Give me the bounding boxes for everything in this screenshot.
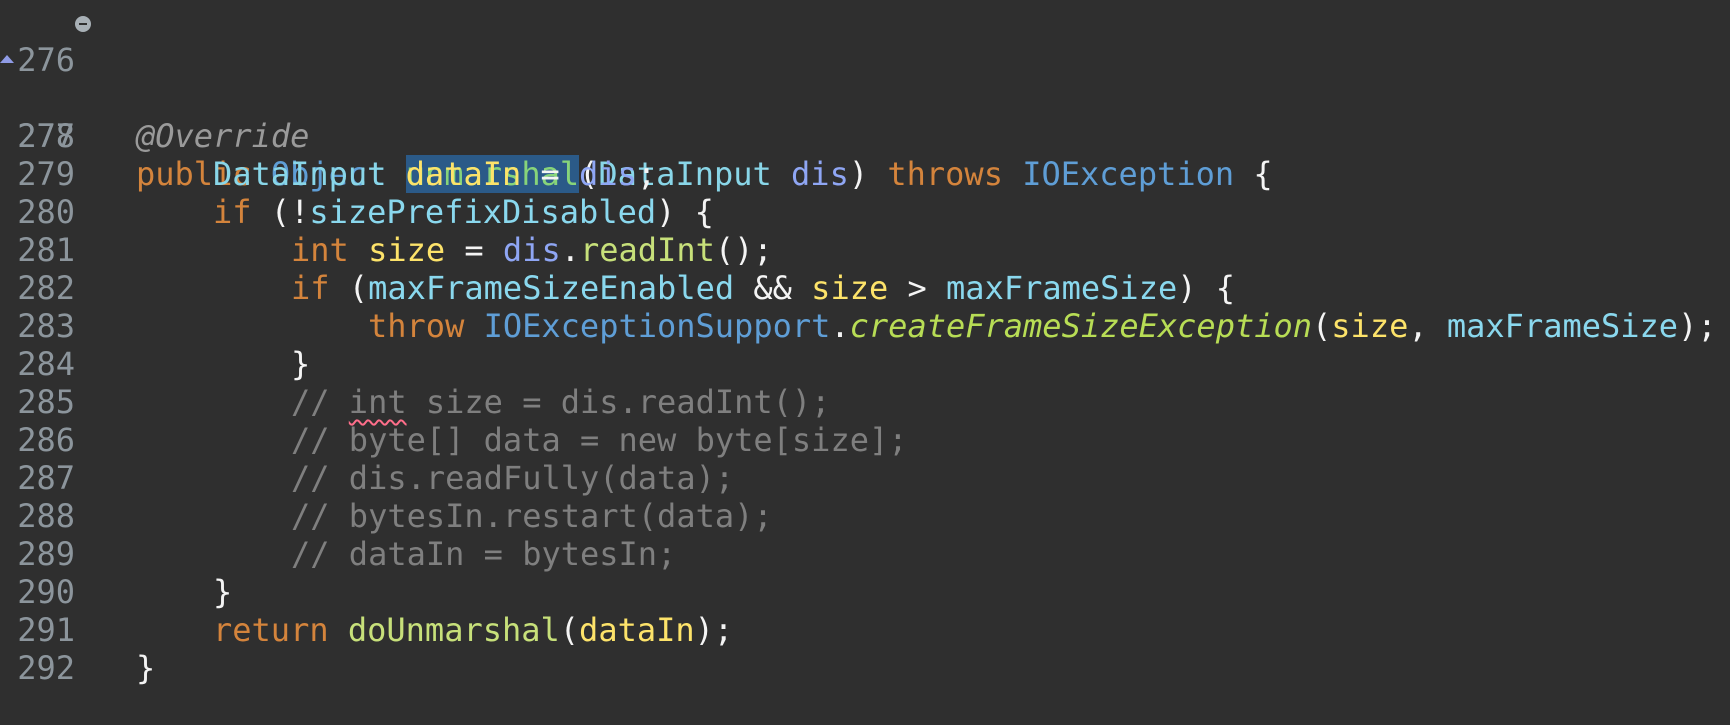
code-line-285[interactable]: 285 // byte[] data = new byte[size]; [0, 345, 1730, 459]
code-line-290[interactable]: 290 return doUnmarshal(dataIn); [0, 535, 1730, 649]
code-line-288[interactable]: 288 // dataIn = bytesIn; [0, 459, 1730, 573]
code-line-280[interactable]: 280 int size = dis.readInt(); [0, 155, 1730, 269]
code-line-281[interactable]: 281 if (maxFrameSizeEnabled && size > ma… [0, 193, 1730, 307]
punctuation: } [136, 649, 156, 687]
code-line-278[interactable]: 278 DataInput dataIn = dis; [0, 79, 1730, 193]
code-line-283[interactable]: 283 } [0, 269, 1730, 383]
code-line-284[interactable]: 284 // int size = dis.readInt(); [0, 307, 1730, 421]
code-editor[interactable]: 276 @Override 277 public Object unmarsha… [0, 0, 1730, 687]
code-line-287[interactable]: 287 // bytesIn.restart(data); [0, 421, 1730, 535]
line-number: 292 [17, 649, 75, 687]
code-line-276[interactable]: 276 @Override [0, 3, 1730, 155]
collapse-minus-icon[interactable] [75, 16, 91, 32]
code-line-282[interactable]: 282 throw IOExceptionSupport.createFrame… [0, 231, 1730, 345]
override-triangle-icon[interactable] [0, 55, 14, 63]
code-line-277[interactable]: 277 public Object unmarshal(DataInput di… [0, 41, 1730, 193]
code-line-292[interactable]: 292 [0, 611, 1730, 687]
code-line-279[interactable]: 279 if (!sizePrefixDisabled) { [0, 117, 1730, 231]
code-line-286[interactable]: 286 // dis.readFully(data); [0, 383, 1730, 497]
code-line-291[interactable]: 291 } [0, 573, 1730, 687]
code-line-289[interactable]: 289 } [0, 497, 1730, 611]
